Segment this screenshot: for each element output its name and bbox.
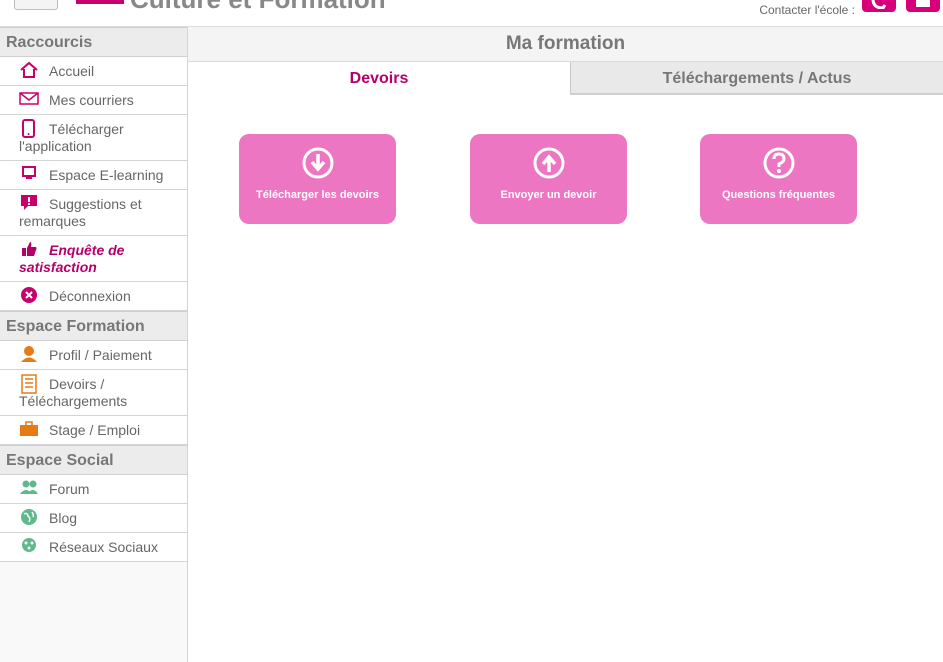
sidebar-item-label: Blog: [49, 510, 78, 526]
sidebar-item-enquete-satisfaction[interactable]: Enquête de satisfaction: [0, 236, 187, 282]
card-label: Questions fréquentes: [721, 189, 836, 201]
sidebar-item-reseaux-sociaux[interactable]: Réseaux Sociaux: [0, 533, 187, 562]
page-title: Ma formation: [188, 27, 943, 62]
sidebar-item-profil-paiement[interactable]: Profil / Paiement: [0, 341, 187, 370]
close-circle-icon: [19, 287, 39, 305]
sidebar-item-label: Stage / Emploi: [49, 422, 141, 438]
contact-label: Contacter l'école :: [759, 3, 855, 17]
sidebar-item-deconnexion[interactable]: Déconnexion: [0, 282, 187, 311]
tab-devoirs[interactable]: Devoirs: [188, 62, 570, 95]
home-icon: [19, 61, 39, 80]
top-header: Culture et Formation Contacter l'école :: [0, 0, 943, 27]
sidebar-item-label: Profil / Paiement: [49, 347, 152, 363]
submit-assignment-button[interactable]: Envoyer un devoir: [470, 134, 627, 224]
sidebar-item-label: Accueil: [49, 63, 95, 79]
card-label: Envoyer un devoir: [500, 189, 597, 201]
list-document-icon: [19, 374, 39, 394]
phone-icon: [871, 0, 887, 9]
sidebar-item-blog[interactable]: Blog: [0, 504, 187, 533]
comment-alert-icon: [19, 195, 39, 213]
upload-circle-icon: [533, 147, 565, 179]
sidebar-item-telecharger-application[interactable]: Télécharger l'application: [0, 115, 187, 161]
brand-title: Culture et Formation: [130, 0, 386, 12]
sidebar: Raccourcis Accueil Mes courriers Télécha…: [0, 27, 188, 662]
sidebar-item-accueil[interactable]: Accueil: [0, 57, 187, 86]
mobile-icon: [19, 119, 39, 138]
sidebar-item-espace-elearning[interactable]: Espace E-learning: [0, 161, 187, 190]
sidebar-item-forum[interactable]: Forum: [0, 475, 187, 504]
section-espace-social: Espace Social: [0, 445, 187, 475]
download-circle-icon: [302, 147, 334, 179]
briefcase-icon: [19, 421, 39, 439]
thumbs-up-icon: [19, 242, 39, 259]
card-label: Télécharger les devoirs: [256, 189, 379, 201]
section-raccourcis: Raccourcis: [0, 27, 187, 57]
sidebar-item-suggestions[interactable]: Suggestions et remarques: [0, 190, 187, 236]
envelope-icon: [19, 92, 39, 109]
user-icon: [19, 346, 39, 364]
section-espace-formation: Espace Formation: [0, 311, 187, 341]
network-icon: [19, 538, 39, 556]
sidebar-item-label: Forum: [49, 481, 90, 497]
menu-button[interactable]: [14, 0, 58, 10]
sidebar-item-stage-emploi[interactable]: Stage / Emploi: [0, 416, 187, 445]
sidebar-item-devoirs-telechargements[interactable]: Devoirs / Téléchargements: [0, 370, 187, 416]
tab-bar: Devoirs Téléchargements / Actus: [188, 62, 943, 96]
sidebar-item-label: Mes courriers: [49, 92, 134, 108]
sidebar-item-label: Espace E-learning: [49, 167, 164, 183]
sidebar-item-label: Déconnexion: [49, 288, 131, 304]
mail-icon: [916, 0, 930, 7]
main-content: Ma formation Devoirs Téléchargements / A…: [188, 27, 943, 662]
sidebar-item-label: Réseaux Sociaux: [49, 539, 158, 555]
globe-icon: [19, 509, 39, 527]
users-icon: [19, 480, 39, 498]
faq-button[interactable]: Questions fréquentes: [700, 134, 857, 224]
logo-icon: [76, 0, 124, 4]
question-circle-icon: [763, 147, 795, 179]
mail-button[interactable]: [906, 0, 940, 12]
monitor-icon: [19, 166, 39, 184]
download-assignments-button[interactable]: Télécharger les devoirs: [239, 134, 396, 224]
sidebar-item-mes-courriers[interactable]: Mes courriers: [0, 86, 187, 115]
phone-button[interactable]: [862, 0, 896, 12]
tab-telechargements-actus[interactable]: Téléchargements / Actus: [570, 62, 943, 95]
